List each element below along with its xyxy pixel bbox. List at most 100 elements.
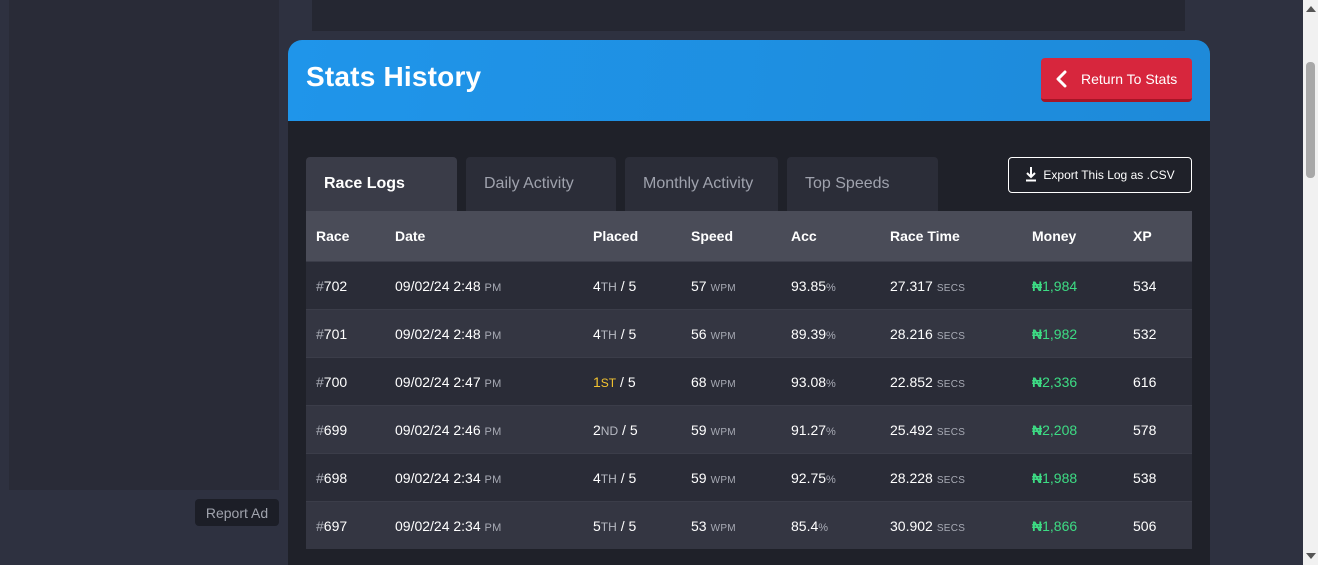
column-header-xp[interactable]: XP <box>1123 228 1192 244</box>
race-prefix: # <box>316 325 324 342</box>
speed-unit: WPM <box>710 330 736 342</box>
race-time-cell: 25.492 SECS <box>880 422 1022 438</box>
date-cell: 09/02/24 2:48 PM <box>385 326 583 342</box>
table-row: #697 09/02/24 2:34 PM 5TH / 5 53 WPM 85.4% 30.… <box>306 501 1192 549</box>
race-time-cell: 28.228 SECS <box>880 470 1022 486</box>
export-csv-label: Export This Log as .CSV <box>1043 168 1175 182</box>
column-header-race[interactable]: Race <box>306 228 385 244</box>
race-ampm: PM <box>484 281 502 294</box>
race-log-table: Race Date Placed Speed Acc Race Time Mon… <box>306 211 1192 549</box>
place-total: 5 <box>628 469 637 486</box>
place-separator: / <box>620 373 624 390</box>
race-ampm: PM <box>484 521 502 534</box>
race-prefix: # <box>316 517 324 534</box>
placed-cell: 4TH / 5 <box>583 470 681 486</box>
race-cell: #697 <box>306 518 385 534</box>
money-symbol: ₦ <box>1032 517 1043 534</box>
tab-monthly-activity[interactable]: Monthly Activity <box>625 157 778 211</box>
race-date: 09/02/24 2:47 <box>395 373 481 390</box>
money-value: 1,984 <box>1042 277 1078 294</box>
column-header-race-time[interactable]: Race Time <box>880 228 1022 244</box>
money-value: 2,336 <box>1042 373 1078 390</box>
money-value: 1,982 <box>1042 325 1078 342</box>
table-row: #701 09/02/24 2:48 PM 4TH / 5 56 WPM 89.39% 28… <box>306 309 1192 357</box>
column-header-acc[interactable]: Acc <box>781 228 880 244</box>
speed-unit: WPM <box>710 474 736 486</box>
speed-cell: 53 WPM <box>681 518 781 534</box>
money-cell: ₦2,208 <box>1022 422 1123 438</box>
race-cell: #698 <box>306 470 385 486</box>
placed-cell: 2ND / 5 <box>583 422 681 438</box>
acc-value: 92.75 <box>791 469 827 486</box>
race-time-unit: SECS <box>936 474 966 486</box>
acc-value: 91.27 <box>791 421 827 438</box>
race-date: 09/02/24 2:34 <box>395 517 481 534</box>
race-number: 702 <box>323 277 348 294</box>
scrollbar-thumb[interactable] <box>1306 62 1315 178</box>
place-separator: / <box>620 517 625 534</box>
speed-unit: WPM <box>710 378 736 390</box>
table-row: #699 09/02/24 2:46 PM 2ND / 5 59 WPM 91.27% 25… <box>306 405 1192 453</box>
return-to-stats-button[interactable]: Return To Stats <box>1041 58 1192 102</box>
acc-unit: % <box>826 281 836 294</box>
race-time-cell: 27.317 SECS <box>880 278 1022 294</box>
acc-unit: % <box>826 329 836 342</box>
place-separator: / <box>620 469 625 486</box>
race-prefix: # <box>316 277 324 294</box>
place-suffix: ND <box>600 423 619 438</box>
place-suffix: TH <box>600 519 617 534</box>
race-time-unit: SECS <box>936 522 966 534</box>
date-cell: 09/02/24 2:34 PM <box>385 518 583 534</box>
speed-unit: WPM <box>710 426 736 438</box>
place-number: 4 <box>593 469 601 486</box>
money-value: 1,866 <box>1042 517 1078 534</box>
race-time-unit: SECS <box>936 426 966 438</box>
column-header-money[interactable]: Money <box>1022 228 1123 244</box>
column-header-date[interactable]: Date <box>385 228 583 244</box>
export-csv-button[interactable]: Export This Log as .CSV <box>1008 157 1192 193</box>
race-number: 697 <box>323 517 348 534</box>
page-scrollbar[interactable] <box>1303 0 1318 565</box>
acc-cell: 92.75% <box>781 470 880 486</box>
column-header-speed[interactable]: Speed <box>681 228 781 244</box>
table-row: #698 09/02/24 2:34 PM 4TH / 5 59 WPM 92.75% 28… <box>306 453 1192 501</box>
race-cell: #702 <box>306 278 385 294</box>
race-prefix: # <box>316 469 324 486</box>
race-time-value: 28.228 <box>890 469 933 486</box>
race-time-cell: 28.216 SECS <box>880 326 1022 342</box>
scroll-down-arrow-icon[interactable] <box>1306 553 1316 559</box>
date-cell: 09/02/24 2:47 PM <box>385 374 583 390</box>
money-symbol: ₦ <box>1032 325 1043 342</box>
speed-cell: 56 WPM <box>681 326 781 342</box>
xp-cell: 534 <box>1133 277 1157 294</box>
speed-unit: WPM <box>710 522 736 534</box>
table-row: #702 09/02/24 2:48 PM 4TH / 5 57 WPM 93.85% 27… <box>306 261 1192 309</box>
acc-unit: % <box>818 521 829 534</box>
download-icon <box>1025 166 1037 185</box>
place-total: 5 <box>629 421 638 438</box>
speed-value: 53 <box>691 517 707 534</box>
acc-unit: % <box>826 425 836 438</box>
scroll-up-arrow-icon[interactable] <box>1306 6 1316 12</box>
tab-race-logs[interactable]: Race Logs <box>306 157 457 211</box>
race-date: 09/02/24 2:48 <box>395 325 481 342</box>
tab-top-speeds[interactable]: Top Speeds <box>787 157 938 211</box>
speed-value: 57 <box>691 277 707 294</box>
acc-value: 93.08 <box>791 373 827 390</box>
place-separator: / <box>620 325 625 342</box>
race-time-cell: 30.902 SECS <box>880 518 1022 534</box>
race-date: 09/02/24 2:34 <box>395 469 481 486</box>
race-number: 701 <box>323 325 348 342</box>
race-time-value: 22.852 <box>890 373 933 390</box>
place-separator: / <box>622 421 626 438</box>
money-symbol: ₦ <box>1032 277 1043 294</box>
report-ad-button[interactable]: Report Ad <box>195 499 279 526</box>
money-cell: ₦1,984 <box>1022 278 1123 294</box>
tab-daily-activity[interactable]: Daily Activity <box>466 157 616 211</box>
race-date: 09/02/24 2:48 <box>395 277 481 294</box>
money-symbol: ₦ <box>1032 373 1043 390</box>
acc-cell: 93.08% <box>781 374 880 390</box>
race-time-value: 30.902 <box>890 517 933 534</box>
column-header-placed[interactable]: Placed <box>583 228 681 244</box>
speed-cell: 57 WPM <box>681 278 781 294</box>
